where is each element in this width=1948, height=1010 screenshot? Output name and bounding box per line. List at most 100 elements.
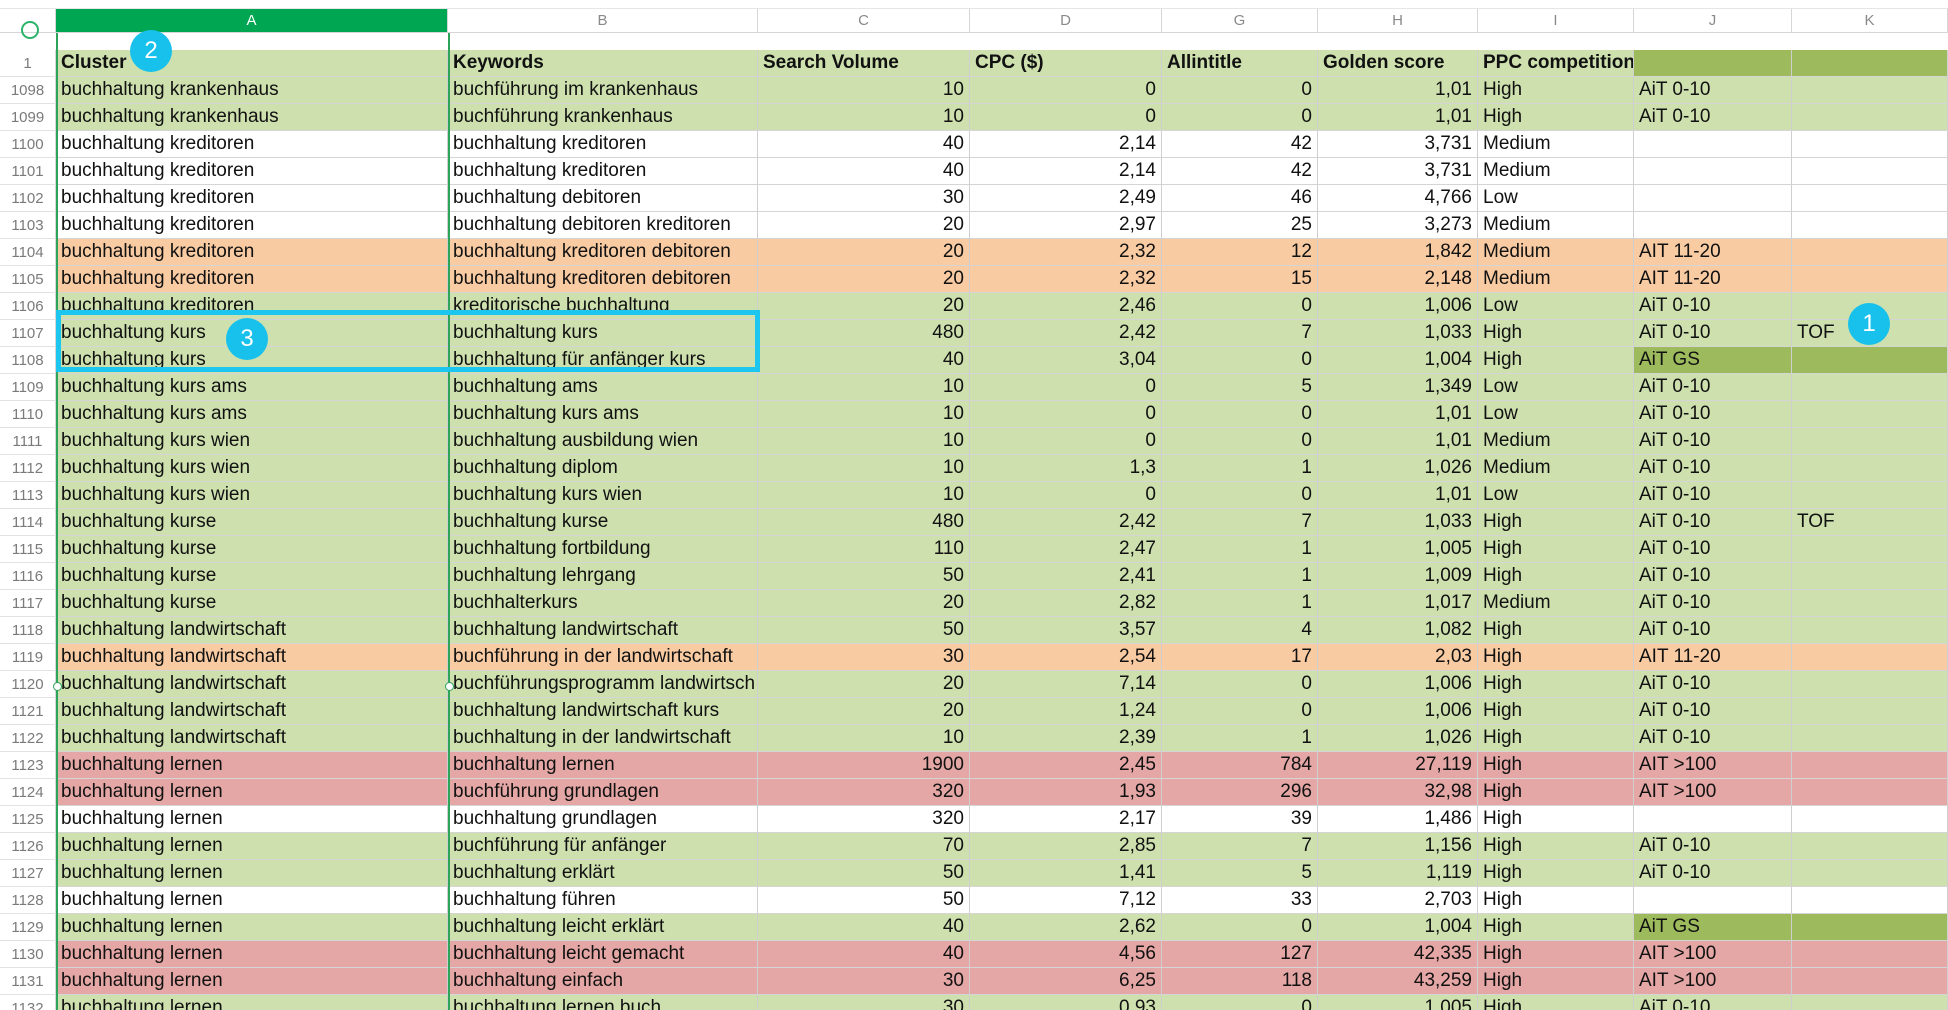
table-cell[interactable]: 4,56 xyxy=(970,941,1162,968)
table-cell[interactable]: 33 xyxy=(1162,887,1318,914)
table-cell[interactable] xyxy=(1792,887,1948,914)
table-cell[interactable]: 42 xyxy=(1162,158,1318,185)
row-number[interactable]: 1119 xyxy=(0,644,56,671)
table-cell[interactable]: buchhaltung kreditoren xyxy=(56,158,448,185)
table-cell[interactable]: 2,54 xyxy=(970,644,1162,671)
table-cell[interactable]: buchführung krankenhaus xyxy=(448,104,758,131)
table-cell[interactable] xyxy=(1792,671,1948,698)
table-cell[interactable]: AiT 0-10 xyxy=(1634,320,1792,347)
table-cell[interactable]: High xyxy=(1478,563,1634,590)
column-header-c[interactable]: C xyxy=(758,9,970,33)
table-cell[interactable]: 2,97 xyxy=(970,212,1162,239)
table-cell[interactable]: buchhaltung lernen xyxy=(56,779,448,806)
table-cell[interactable]: AiT 0-10 xyxy=(1634,590,1792,617)
table-cell[interactable]: 1,01 xyxy=(1318,401,1478,428)
table-cell[interactable]: AIT 11-20 xyxy=(1634,266,1792,293)
table-cell[interactable]: 10 xyxy=(758,482,970,509)
table-cell[interactable]: buchhaltung erklärt xyxy=(448,860,758,887)
table-cell[interactable] xyxy=(1792,779,1948,806)
table-cell[interactable]: buchhaltung kreditoren xyxy=(56,239,448,266)
table-cell[interactable]: High xyxy=(1478,752,1634,779)
table-cell[interactable]: 7,14 xyxy=(970,671,1162,698)
table-cell[interactable] xyxy=(1792,914,1948,941)
table-cell[interactable]: AiT 0-10 xyxy=(1634,671,1792,698)
row-number[interactable]: 1100 xyxy=(0,131,56,158)
table-cell[interactable]: 6,25 xyxy=(970,968,1162,995)
table-cell[interactable]: 40 xyxy=(758,914,970,941)
table-cell[interactable]: buchhaltung ams xyxy=(448,374,758,401)
table-cell[interactable]: 1,006 xyxy=(1318,293,1478,320)
row-number[interactable]: 1099 xyxy=(0,104,56,131)
table-cell[interactable]: buchhaltung lernen xyxy=(56,860,448,887)
table-cell[interactable]: High xyxy=(1478,968,1634,995)
table-cell[interactable] xyxy=(1634,887,1792,914)
header-cell[interactable]: PPC competition xyxy=(1478,50,1634,77)
table-cell[interactable]: 10 xyxy=(758,104,970,131)
table-cell[interactable] xyxy=(1792,185,1948,212)
table-cell[interactable]: 2,148 xyxy=(1318,266,1478,293)
table-cell[interactable]: High xyxy=(1478,833,1634,860)
table-cell[interactable]: AiT 0-10 xyxy=(1634,428,1792,455)
table-cell[interactable]: 1,006 xyxy=(1318,671,1478,698)
table-cell[interactable] xyxy=(1634,185,1792,212)
table-cell[interactable]: AiT 0-10 xyxy=(1634,833,1792,860)
table-cell[interactable] xyxy=(1792,833,1948,860)
table-cell[interactable]: 1,006 xyxy=(1318,698,1478,725)
table-cell[interactable]: buchhaltung kurse xyxy=(56,590,448,617)
table-cell[interactable]: 3,273 xyxy=(1318,212,1478,239)
table-cell[interactable]: AiT 0-10 xyxy=(1634,104,1792,131)
header-cell[interactable]: Keywords xyxy=(448,50,758,77)
column-header-d[interactable]: D xyxy=(970,9,1162,33)
table-cell[interactable]: 1,026 xyxy=(1318,455,1478,482)
table-cell[interactable]: High xyxy=(1478,509,1634,536)
table-cell[interactable]: 30 xyxy=(758,185,970,212)
table-cell[interactable]: 30 xyxy=(758,995,970,1010)
table-cell[interactable]: 10 xyxy=(758,428,970,455)
table-cell[interactable]: 0 xyxy=(970,77,1162,104)
table-cell[interactable]: AiT 0-10 xyxy=(1634,698,1792,725)
table-cell[interactable]: 32,98 xyxy=(1318,779,1478,806)
table-cell[interactable] xyxy=(1792,968,1948,995)
table-cell[interactable]: AIT >100 xyxy=(1634,779,1792,806)
table-cell[interactable]: 1 xyxy=(1162,455,1318,482)
table-cell[interactable]: 2,85 xyxy=(970,833,1162,860)
table-cell[interactable]: buchhaltung leicht erklärt xyxy=(448,914,758,941)
table-cell[interactable]: 2,32 xyxy=(970,239,1162,266)
table-cell[interactable]: High xyxy=(1478,77,1634,104)
table-cell[interactable]: 2,41 xyxy=(970,563,1162,590)
table-cell[interactable]: 1,93 xyxy=(970,779,1162,806)
table-cell[interactable]: 1 xyxy=(1162,563,1318,590)
table-cell[interactable]: 2,42 xyxy=(970,320,1162,347)
spreadsheet[interactable]: ABCDGHIJK 1 Cluster Keywords Search Volume C… xyxy=(0,0,1948,1010)
table-cell[interactable]: buchhaltung kurs wien xyxy=(56,455,448,482)
table-cell[interactable] xyxy=(1792,158,1948,185)
table-cell[interactable]: buchhaltung kreditoren debitoren xyxy=(448,266,758,293)
table-cell[interactable]: 2,14 xyxy=(970,158,1162,185)
table-cell[interactable]: 2,03 xyxy=(1318,644,1478,671)
table-cell[interactable]: buchhaltung leicht gemacht xyxy=(448,941,758,968)
row-number[interactable]: 1 xyxy=(0,50,56,77)
table-cell[interactable]: 5 xyxy=(1162,374,1318,401)
column-header-a[interactable]: A xyxy=(56,9,448,33)
table-cell[interactable]: buchhaltung lernen xyxy=(56,887,448,914)
table-cell[interactable]: 2,49 xyxy=(970,185,1162,212)
table-cell[interactable]: AiT 0-10 xyxy=(1634,293,1792,320)
table-cell[interactable] xyxy=(1792,806,1948,833)
table-cell[interactable]: 20 xyxy=(758,266,970,293)
table-cell[interactable]: buchhaltung landwirtschaft xyxy=(56,644,448,671)
table-cell[interactable]: 42 xyxy=(1162,131,1318,158)
table-cell[interactable]: 0 xyxy=(1162,671,1318,698)
table-cell[interactable]: 12 xyxy=(1162,239,1318,266)
table-cell[interactable] xyxy=(1634,158,1792,185)
table-cell[interactable]: 7,12 xyxy=(970,887,1162,914)
table-cell[interactable]: buchhaltung kurs wien xyxy=(448,482,758,509)
table-cell[interactable]: AiT 0-10 xyxy=(1634,536,1792,563)
table-cell[interactable]: 0 xyxy=(1162,428,1318,455)
table-cell[interactable]: AIT 11-20 xyxy=(1634,239,1792,266)
table-cell[interactable]: Low xyxy=(1478,185,1634,212)
table-cell[interactable]: 25 xyxy=(1162,212,1318,239)
table-cell[interactable]: buchführungsprogramm landwirtsch xyxy=(448,671,758,698)
table-cell[interactable]: 1,3 xyxy=(970,455,1162,482)
table-cell[interactable]: 1,41 xyxy=(970,860,1162,887)
table-cell[interactable]: High xyxy=(1478,617,1634,644)
